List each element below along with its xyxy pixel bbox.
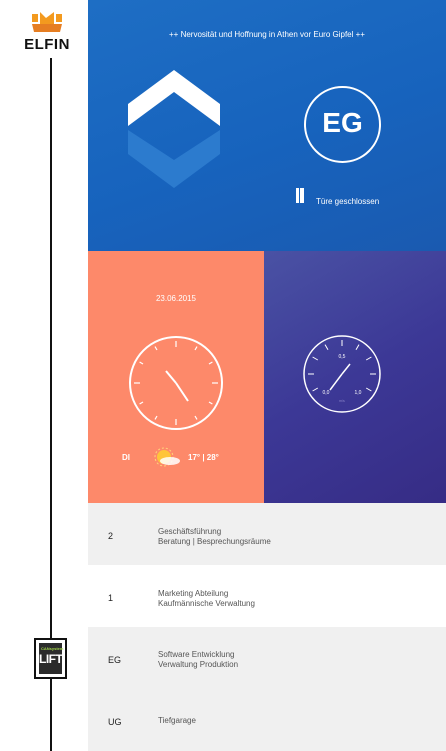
floor-row-1[interactable]: 1 Marketing Abteilung Kaufmännische Verw… — [88, 565, 446, 627]
date-clock-tile: 23.06.2015 DI 17° | 28° — [88, 251, 264, 503]
floor-line-2: Beratung | Besprechungsräume — [158, 537, 271, 546]
gauge-needle — [329, 373, 343, 391]
gauge-label-mid: 0,5 — [339, 354, 346, 360]
speed-gauge: 0,5 0,0 1,0 m/s — [303, 335, 381, 413]
date-text: 23.06.2015 — [155, 294, 197, 303]
floor-directory: 2 Geschäftsführung Beratung | Besprechun… — [88, 503, 446, 751]
floor-number: UG — [108, 717, 122, 727]
speed-gauge-tile: 0,5 0,0 1,0 m/s — [264, 251, 446, 503]
lift-badge-text: LIFT — [39, 652, 63, 666]
floor-number: 1 — [108, 593, 114, 603]
floor-line-1: Geschäftsführung — [158, 527, 222, 536]
floor-line-2: Verwaltung Produktion — [158, 660, 239, 669]
floor-line-1: Tiefgarage — [158, 716, 196, 725]
logo-text: ELFIN — [24, 36, 70, 53]
sun-cloud-icon — [154, 447, 180, 467]
weather-forecast: DI 17° | 28° — [122, 447, 262, 467]
current-floor-text: EG — [322, 107, 363, 138]
elfin-logo-icon — [32, 12, 62, 32]
gauge-label-max: 1,0 — [355, 390, 362, 396]
door-status: Türe geschlossen — [316, 197, 380, 206]
status-panel: ++ Nervosität und Hoffnung in Athen vor … — [88, 0, 446, 251]
left-rail: ELFIN CANsystem LIFT — [0, 0, 88, 751]
floor-line-2: Kaufmännische Verwaltung — [158, 599, 255, 608]
current-floor-indicator: EG — [304, 86, 381, 163]
temperature-range: 17° | 28° — [188, 453, 219, 462]
clock-icon — [129, 336, 223, 430]
floor-number: 2 — [108, 531, 114, 541]
gauge-label-min: 0,0 — [323, 390, 330, 396]
lift-car-badge: CANsystem LIFT — [34, 638, 67, 679]
floor-row-2[interactable]: 2 Geschäftsführung Beratung | Besprechun… — [88, 503, 446, 565]
arrow-down-icon — [128, 130, 220, 188]
floor-number: EG — [108, 655, 122, 665]
lift-badge-small-text: CANsystem — [41, 646, 64, 651]
news-ticker: ++ Nervosität und Hoffnung in Athen vor … — [169, 30, 365, 39]
floor-row-eg[interactable]: EG Software Entwicklung Verwaltung Produ… — [88, 627, 446, 689]
floor-line-1: Marketing Abteilung — [158, 589, 229, 598]
floor-line-1: Software Entwicklung — [158, 650, 235, 659]
floor-row-ug[interactable]: UG Tiefgarage — [88, 689, 446, 751]
door-icon — [296, 188, 304, 203]
arrow-up-icon — [128, 70, 220, 126]
elfin-logo: ELFIN — [18, 10, 76, 60]
weekday: DI — [122, 453, 130, 462]
gauge-unit: m/s — [339, 399, 345, 403]
